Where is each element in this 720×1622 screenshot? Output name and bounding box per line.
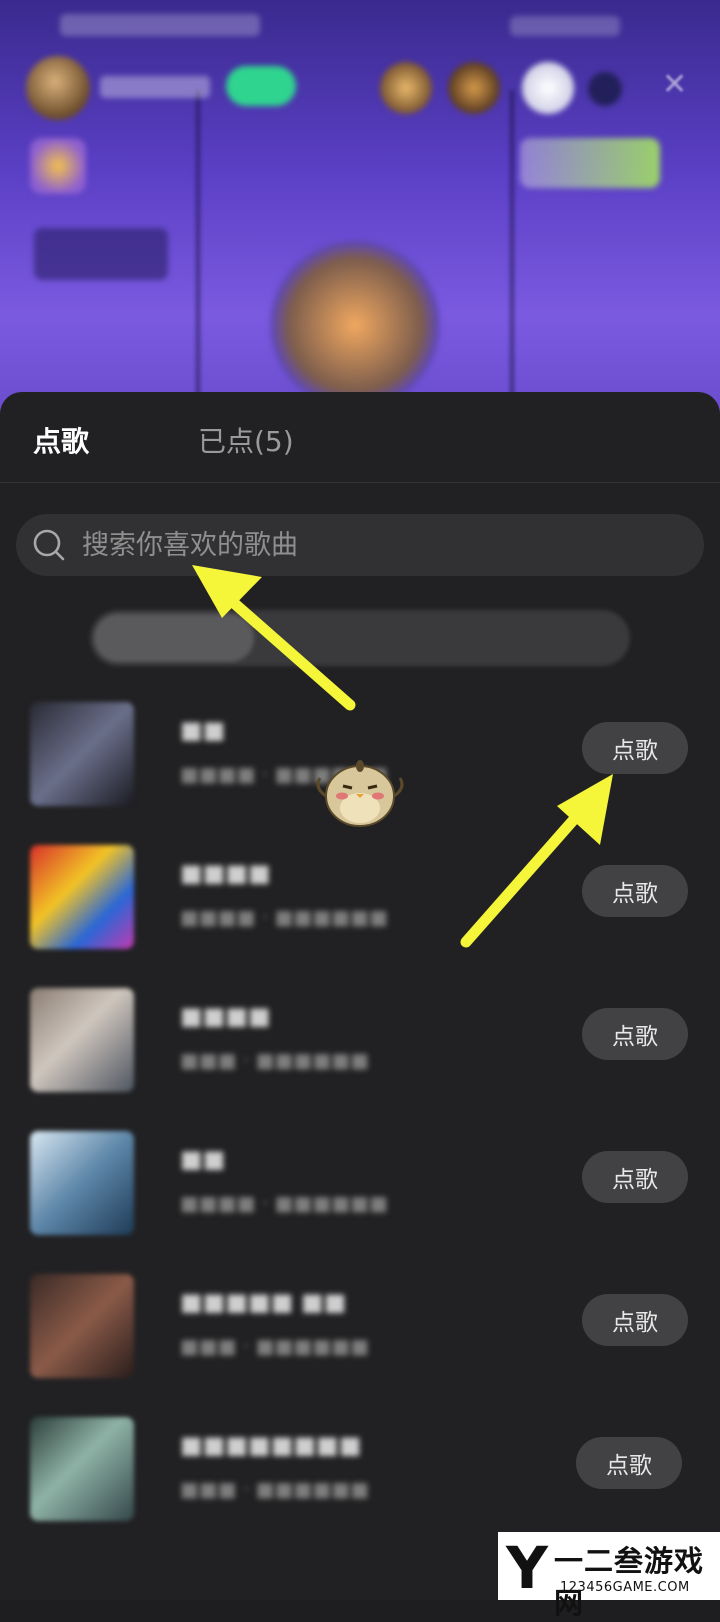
song-row[interactable]: ■■■■■ ■■ ■■■ · ■■■■■■ 点歌: [0, 1264, 720, 1394]
order-song-button[interactable]: 点歌: [576, 1437, 682, 1489]
stage-pillar: [196, 90, 200, 400]
audience-avatar[interactable]: [448, 62, 500, 114]
song-title: ■■■■: [180, 859, 271, 887]
filter-chip[interactable]: [470, 626, 590, 650]
follow-button[interactable]: [226, 66, 296, 106]
song-artist: ■■■■ · ■■■■■■: [180, 905, 389, 929]
song-row[interactable]: ■■■■■■■■ ■■■ · ■■■■■■ 点歌: [0, 1407, 720, 1537]
order-song-button[interactable]: 点歌: [582, 1151, 688, 1203]
tab-request-song[interactable]: 点歌: [33, 420, 89, 460]
watermark-logo: Y 一二叁游戏网 123456GAME.COM: [498, 1532, 720, 1620]
song-artist: ■■■■ · ■■■■■■: [180, 1191, 389, 1215]
category-filter-bar[interactable]: [90, 610, 630, 666]
close-icon[interactable]: ✕: [662, 70, 692, 100]
song-cover: [30, 1274, 134, 1378]
song-request-panel: 点歌 已点(5) ■■ ■■■■ · ■■■■■■ 点歌 ■■■■ ■■■■ ·…: [0, 392, 720, 1600]
search-input[interactable]: [80, 524, 684, 566]
order-song-button[interactable]: 点歌: [582, 1008, 688, 1060]
song-cover: [30, 1417, 134, 1521]
stage-pillar: [510, 90, 514, 400]
singer-avatar[interactable]: [270, 240, 440, 410]
search-icon: [33, 529, 65, 561]
tab-requested[interactable]: 已点(5): [198, 420, 294, 460]
song-title: ■■■■: [180, 1002, 271, 1030]
song-title: ■■: [180, 716, 226, 744]
song-artist: ■■■ · ■■■■■■: [180, 1334, 370, 1358]
song-row[interactable]: ■■ ■■■■ · ■■■■■■ 点歌: [0, 1121, 720, 1251]
status-bar-left: [60, 14, 260, 36]
rank-widget[interactable]: [520, 138, 660, 188]
order-song-button[interactable]: 点歌: [582, 1294, 688, 1346]
song-cover: [30, 845, 134, 949]
panel-tabs: 点歌 已点(5): [0, 392, 720, 483]
song-cover: [30, 702, 134, 806]
search-bar[interactable]: [16, 514, 704, 576]
order-song-button[interactable]: 点歌: [582, 865, 688, 917]
live-room-background: ✕: [0, 0, 720, 420]
audience-avatar[interactable]: [522, 62, 574, 114]
song-title: ■■: [180, 1145, 226, 1173]
gift-icon[interactable]: [30, 138, 86, 194]
notice-box[interactable]: [34, 228, 168, 280]
song-row[interactable]: ■■■■ ■■■ · ■■■■■■ 点歌: [0, 978, 720, 1108]
song-artist: ■■■ · ■■■■■■: [180, 1477, 370, 1501]
watermark-url: 123456GAME.COM: [560, 1580, 690, 1595]
song-title: ■■■■■■■■: [180, 1431, 362, 1459]
song-cover: [30, 988, 134, 1092]
audience-count[interactable]: [588, 72, 622, 106]
watermark-letter: Y: [506, 1534, 548, 1602]
order-song-button[interactable]: 点歌: [582, 722, 688, 774]
filter-chip[interactable]: [94, 614, 254, 662]
host-avatar[interactable]: [26, 56, 90, 120]
audience-avatar[interactable]: [380, 62, 432, 114]
status-bar-right: [510, 16, 620, 36]
host-name: [100, 76, 210, 98]
song-cover: [30, 1131, 134, 1235]
filter-chip[interactable]: [290, 626, 410, 650]
song-title: ■■■■■ ■■: [180, 1288, 347, 1316]
song-row[interactable]: ■■■■ ■■■■ · ■■■■■■ 点歌: [0, 835, 720, 965]
song-artist: ■■■ · ■■■■■■: [180, 1048, 370, 1072]
mascot-icon: [316, 760, 404, 827]
